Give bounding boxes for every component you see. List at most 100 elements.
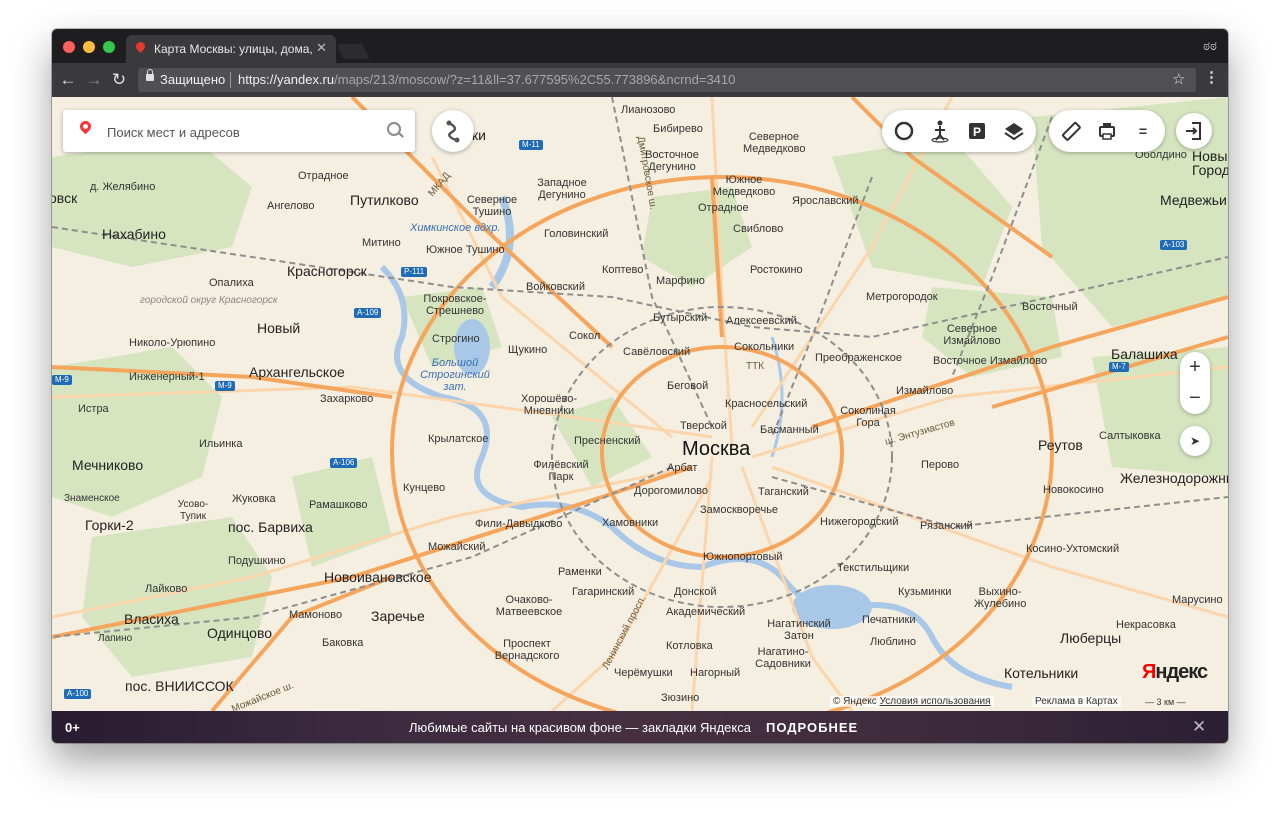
label-tagansky[interactable]: Таганский	[758, 486, 809, 498]
label-nagatinsky[interactable]: Нагатинский Затон	[764, 618, 834, 642]
shield-m9[interactable]: М-9	[52, 375, 72, 385]
label-zyuzino[interactable]: Зюзино	[661, 692, 699, 704]
label-vostochnoe-izmailovo[interactable]: Восточное Измайлово	[933, 355, 1047, 367]
label-cheremushki[interactable]: Черёмушки	[614, 667, 673, 679]
address-bar[interactable]: Защищено https://yandex.ru/maps/213/mosc…	[138, 68, 1196, 92]
label-severnoe-izmailovo[interactable]: Северное Измайлово	[940, 323, 1004, 347]
back-button[interactable]: ←	[58, 70, 78, 90]
label-ramenki[interactable]: Раменки	[558, 566, 602, 578]
label-bakovka[interactable]: Баковка	[322, 637, 363, 649]
label-khoroshevo[interactable]: Хорошёво-Мневники	[519, 393, 579, 417]
label-vlasikha[interactable]: Власиха	[124, 611, 179, 627]
label-podushkino[interactable]: Подушкино	[228, 555, 286, 567]
label-zamoskvorechye[interactable]: Замоскворечье	[700, 504, 778, 516]
label-gorki2[interactable]: Горки-2	[85, 517, 134, 533]
banner-close-icon[interactable]: ✕	[1192, 717, 1206, 737]
parking-button[interactable]: P	[959, 110, 995, 152]
label-yuzhnoe-medvedkovo[interactable]: Южное Медведково	[712, 174, 776, 198]
label-ochakovo[interactable]: Очаково-Матвеевское	[493, 594, 565, 618]
label-butyrsky[interactable]: Бутырский	[653, 312, 707, 324]
label-sokolinaya-gora[interactable]: Соколиная Гора	[840, 405, 896, 429]
minimize-window-button[interactable]	[83, 41, 95, 53]
bookmark-star-icon[interactable]: ☆	[1172, 70, 1185, 88]
yandex-logo[interactable]: Яндекс	[1142, 661, 1208, 684]
label-krasnoselsky[interactable]: Красносельский	[725, 398, 807, 410]
label-nakhabino[interactable]: Нахабино	[102, 226, 166, 242]
maximize-window-button[interactable]	[103, 41, 115, 53]
label-novoivanovskoe[interactable]: Новоивановское	[324, 569, 432, 585]
label-kuntsevo[interactable]: Кунцево	[403, 482, 445, 494]
label-nikolo-uryupino[interactable]: Николо-Урюпино	[129, 337, 215, 349]
shield-p111[interactable]: Р-111	[401, 267, 428, 277]
label-istra[interactable]: Истра	[78, 403, 109, 415]
label-koptevo[interactable]: Коптево	[602, 264, 643, 276]
label-lyublino[interactable]: Люблино	[870, 636, 916, 648]
label-lianozovo[interactable]: Лианозово	[621, 104, 675, 116]
browser-tab[interactable]: Карта Москвы: улицы, дома, организации ✕	[126, 35, 336, 63]
label-nagatino-sadovniki[interactable]: Нагатино-Садовники	[748, 646, 818, 670]
shield-a100[interactable]: А-100	[64, 689, 92, 699]
label-begovoy[interactable]: Беговой	[667, 380, 708, 392]
search-box[interactable]	[63, 110, 415, 152]
label-otradnoe-west[interactable]: Отрадное	[298, 170, 349, 182]
label-mozhaysky[interactable]: Можайский	[428, 541, 486, 553]
label-zheleznodorozhny[interactable]: Железнодорожный	[1120, 470, 1228, 486]
label-sokol[interactable]: Сокол	[569, 330, 600, 342]
label-ryazansky[interactable]: Рязанский	[920, 520, 973, 532]
label-donskoy[interactable]: Донской	[674, 586, 716, 598]
label-presnensky[interactable]: Пресненский	[574, 435, 641, 447]
label-zarechye[interactable]: Заречье	[371, 608, 425, 624]
label-zhelyabino[interactable]: д. Желябино	[90, 181, 155, 193]
label-krasnogorsk-district[interactable]: городской округ Красногорск	[140, 295, 278, 307]
label-kosino-ukhtomsky[interactable]: Косино-Ухтомский	[1026, 543, 1119, 555]
label-saltykovka[interactable]: Салтыковка	[1099, 430, 1161, 442]
label-sviblovo[interactable]: Свиблово	[733, 223, 783, 235]
label-otradnoe[interactable]: Отрадное	[698, 202, 749, 214]
label-nekrasovka[interactable]: Некрасовка	[1116, 619, 1176, 631]
ruler-button[interactable]	[1053, 110, 1089, 152]
label-laykovo[interactable]: Лайково	[145, 583, 187, 595]
label-severnoe-tushino[interactable]: Северное Тушино	[464, 194, 520, 218]
shield-m11[interactable]: М-11	[519, 140, 543, 150]
label-balashikha[interactable]: Балашиха	[1111, 346, 1178, 362]
label-khimki-partial[interactable]: ки	[472, 127, 486, 143]
label-romashkovo[interactable]: Рамашково	[309, 499, 368, 511]
traffic-button[interactable]	[886, 110, 922, 152]
tab-close-icon[interactable]: ✕	[316, 40, 327, 56]
label-kotelniki[interactable]: Котельники	[1004, 665, 1078, 681]
label-shchukino[interactable]: Щукино	[508, 344, 547, 356]
label-zapadnoe-degunino[interactable]: Западное Дегунино	[532, 177, 592, 201]
label-khimki-reservoir[interactable]: Химкинское вдхр.	[410, 222, 501, 234]
label-krasnogorsk[interactable]: Красногорск	[287, 263, 367, 279]
login-button[interactable]	[1176, 113, 1212, 149]
geolocation-button[interactable]: ➤	[1180, 426, 1210, 456]
label-putilkovo[interactable]: Путилково	[350, 192, 419, 208]
label-marusino[interactable]: Марусино	[1172, 594, 1223, 606]
label-basmanny[interactable]: Басманный	[760, 424, 819, 436]
label-metrogorodok[interactable]: Метрогородок	[866, 291, 938, 303]
label-mamonovo[interactable]: Мамоново	[289, 609, 342, 621]
label-marfino[interactable]: Марфино	[656, 275, 705, 287]
search-icon[interactable]	[387, 122, 401, 136]
label-tekstilshchiki[interactable]: Текстильщики	[837, 562, 909, 574]
label-fili-davydkovo[interactable]: Фили-Давыдково	[475, 518, 562, 530]
label-ttk[interactable]: ТТК	[746, 361, 764, 373]
label-novy[interactable]: Новый	[257, 320, 300, 336]
label-kuzminki[interactable]: Кузьминки	[898, 586, 951, 598]
label-zakharkovo[interactable]: Захарково	[320, 393, 373, 405]
label-novy-gorod[interactable]: Новый Город	[1192, 149, 1228, 177]
label-lyubertsy[interactable]: Люберцы	[1060, 630, 1121, 646]
browser-menu-icon[interactable]: ⋮	[1204, 68, 1219, 86]
label-znamenskoe[interactable]: Знаменское	[64, 493, 120, 505]
print-button[interactable]	[1089, 110, 1125, 152]
label-odintsovo[interactable]: Одинцово	[207, 625, 272, 641]
label-rostokino[interactable]: Ростокино	[750, 264, 803, 276]
label-medvezhi[interactable]: Медвежьи	[1160, 192, 1227, 208]
label-preobrazhenskoe[interactable]: Преображенское	[815, 352, 902, 364]
ads-link[interactable]: Реклама в Картах	[1032, 696, 1121, 707]
label-arkhangelskoe[interactable]: Архангельское	[249, 364, 345, 380]
label-nizhegorodsky[interactable]: Нижегородский	[820, 516, 898, 528]
label-pos-vniissok[interactable]: пос. ВНИИССОК	[125, 678, 234, 694]
terms-link[interactable]: Условия использования	[880, 696, 991, 707]
label-reutov[interactable]: Реутов	[1038, 437, 1083, 453]
